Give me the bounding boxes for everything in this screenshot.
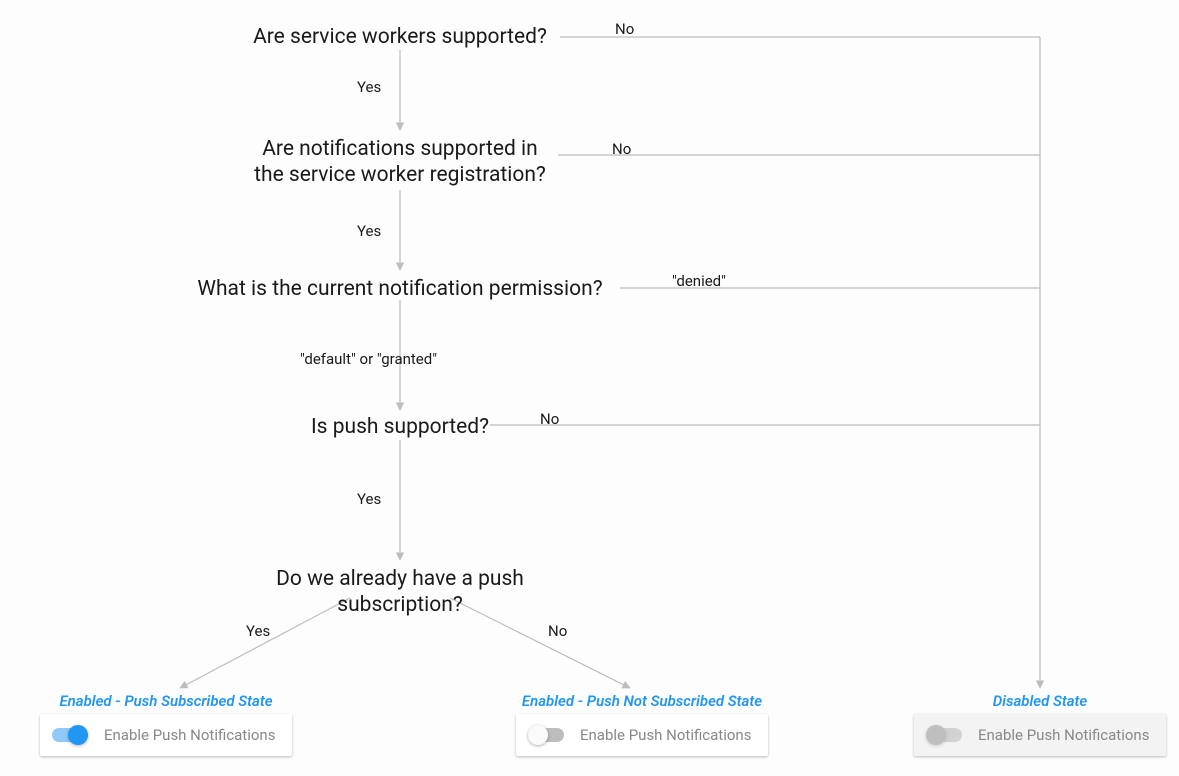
edge-yes: Yes [357, 222, 381, 240]
question-service-workers: Are service workers supported? [240, 24, 560, 50]
state-card-not-subscribed: Enable Push Notifications [516, 714, 768, 756]
edge-yes: Yes [246, 622, 270, 640]
edge-no: No [540, 410, 559, 428]
state-card-disabled: Enable Push Notifications [914, 714, 1166, 756]
toggle-label: Enable Push Notifications [104, 726, 275, 744]
toggle-label: Enable Push Notifications [978, 726, 1149, 744]
state-card-subscribed: Enable Push Notifications [40, 714, 292, 756]
question-text-line2: the service worker registration? [254, 163, 546, 187]
question-have-subscription: Do we already have a push subscription? [212, 566, 588, 619]
edge-denied: "denied" [672, 272, 726, 290]
state-title-not-subscribed: Enabled - Push Not Subscribed State [516, 692, 768, 710]
edge-yes: Yes [357, 490, 381, 508]
toggle-off-icon[interactable] [528, 728, 564, 742]
state-title-disabled: Disabled State [914, 692, 1166, 710]
question-push-supported: Is push supported? [310, 414, 490, 440]
toggle-on-icon[interactable] [52, 728, 88, 742]
edge-yes: Yes [357, 78, 381, 96]
question-text: What is the current notification permiss… [197, 277, 602, 301]
state-title-subscribed: Enabled - Push Subscribed State [40, 692, 292, 710]
flowchart-connectors [0, 0, 1179, 776]
question-text: Are service workers supported? [253, 25, 547, 49]
question-permission: What is the current notification permiss… [185, 276, 615, 302]
toggle-disabled-icon [926, 728, 962, 742]
toggle-label: Enable Push Notifications [580, 726, 751, 744]
question-text: Is push supported? [311, 415, 489, 439]
edge-default-or-granted: "default" or "granted" [300, 350, 437, 368]
question-notifications-supported: Are notifications supported in the servi… [244, 136, 556, 189]
edge-no: No [615, 20, 634, 38]
question-text-line1: Are notifications supported in [262, 137, 538, 161]
edge-no: No [612, 140, 631, 158]
edge-no: No [548, 622, 567, 640]
question-text: Do we already have a push subscription? [276, 567, 524, 617]
